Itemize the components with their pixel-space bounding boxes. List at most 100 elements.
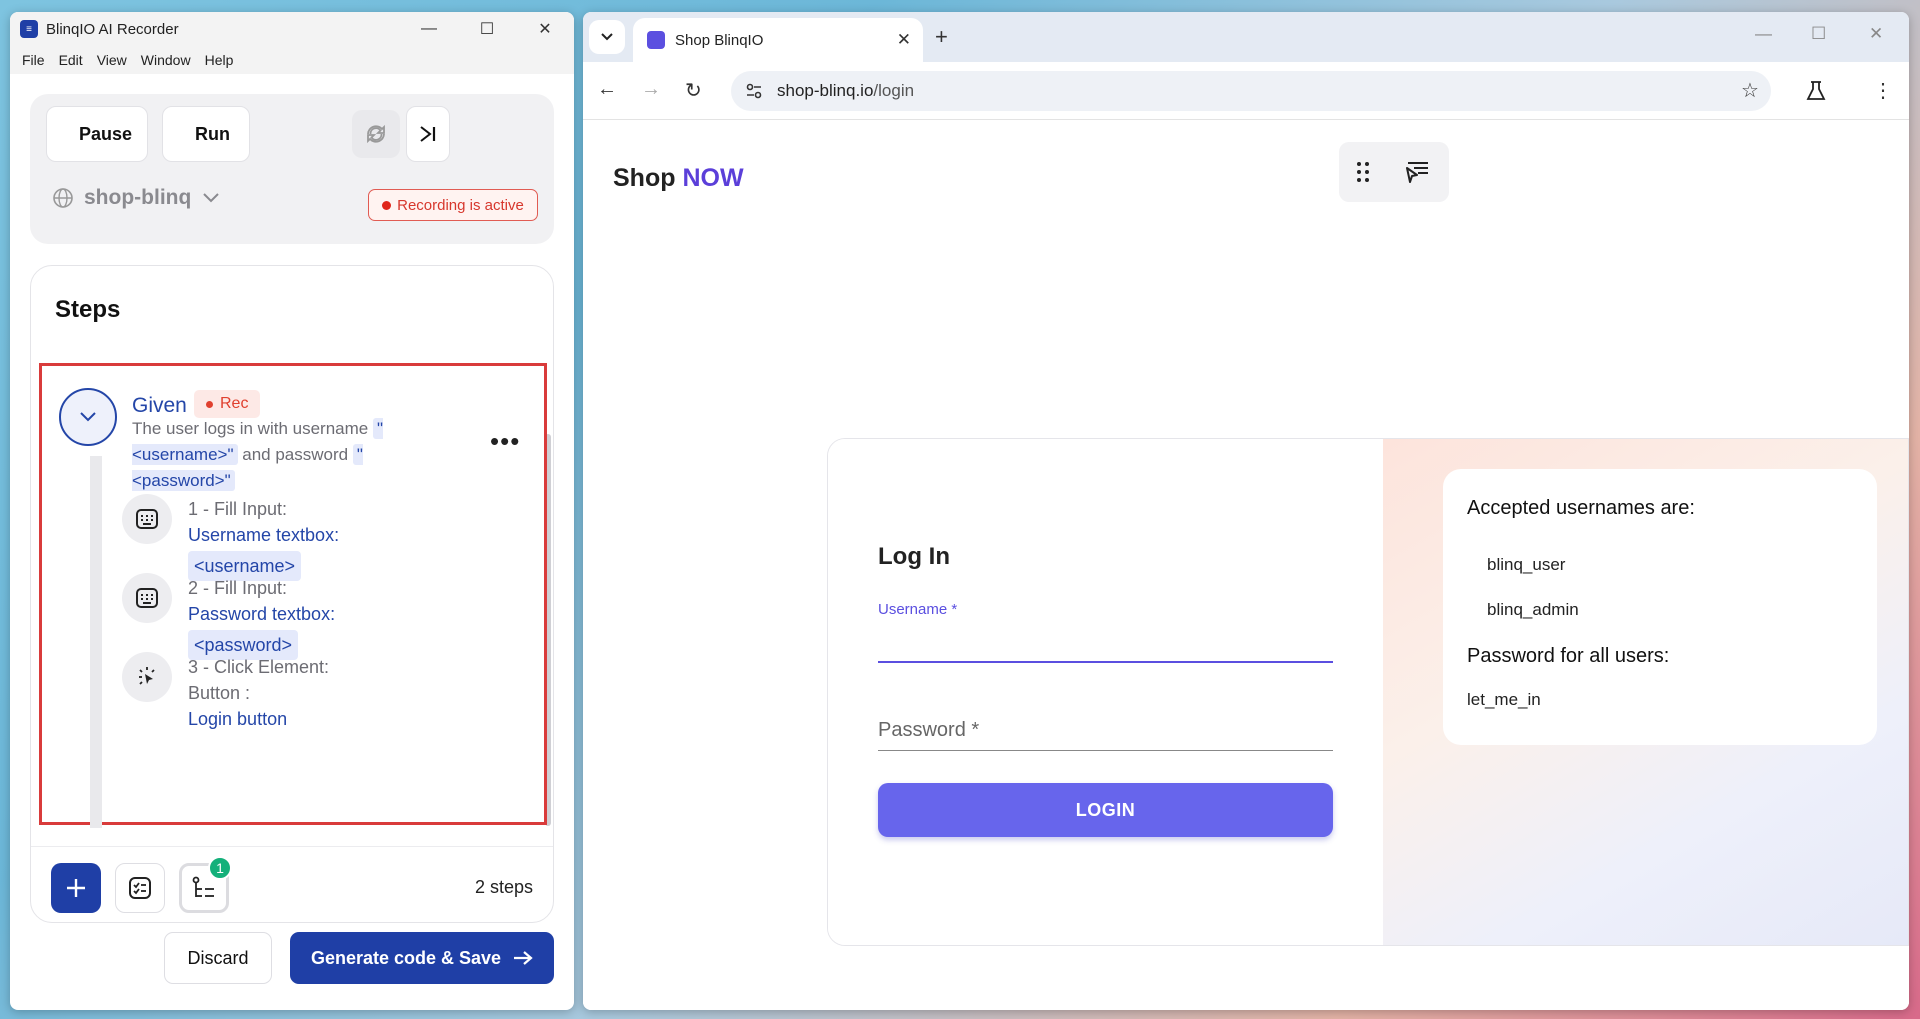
run-label: Run: [195, 123, 230, 144]
tab-search-button[interactable]: [589, 20, 625, 54]
recording-status-badge: Recording is active: [368, 189, 538, 221]
chevron-down-icon: [80, 412, 96, 422]
rec-dot-icon: [206, 400, 213, 408]
rec-badge: Rec: [194, 390, 261, 418]
login-button[interactable]: LOGIN: [878, 783, 1333, 837]
refresh-icon: [367, 124, 385, 144]
browser-toolbar: ← → ↻ shop-blinq.io/login ☆ ⋮: [583, 62, 1909, 120]
credentials-card: Accepted usernames are: blinq_user blinq…: [1443, 469, 1877, 745]
more-options-icon[interactable]: •••: [490, 426, 520, 457]
given-step-text[interactable]: The user logs in with username "<usernam…: [132, 416, 414, 494]
step-title: 3 - Click Element:: [188, 657, 330, 677]
blinqio-logo-icon: ≡: [20, 20, 38, 38]
refresh-button[interactable]: [352, 110, 400, 158]
back-icon[interactable]: ←: [597, 78, 617, 101]
site-favicon-icon: [647, 31, 665, 49]
menu-window[interactable]: Window: [135, 50, 197, 70]
add-step-button[interactable]: [51, 863, 101, 913]
browser-menu-icon[interactable]: ⋮: [1873, 78, 1893, 103]
keyboard-icon: [122, 573, 172, 623]
skip-end-icon: [420, 126, 436, 142]
address-bar[interactable]: shop-blinq.io/login: [731, 71, 1771, 111]
reload-icon[interactable]: ↻: [685, 78, 702, 103]
window-title: BlinqIO AI Recorder: [46, 20, 179, 38]
maximize-button[interactable]: ☐: [458, 12, 516, 46]
menu-file[interactable]: File: [16, 50, 51, 70]
step-target: Login button: [188, 709, 288, 729]
chevron-down-icon: [203, 193, 220, 203]
menu-help[interactable]: Help: [199, 50, 240, 70]
checklist-icon: [129, 877, 151, 899]
steps-panel: Steps Given Rec The user logs in with us…: [30, 265, 554, 923]
skip-to-end-button[interactable]: [406, 106, 450, 162]
control-panel: Pause Run shop-blinq Recording is active: [30, 94, 554, 244]
step-title: 1 - Fill Input:: [188, 499, 288, 519]
new-tab-button[interactable]: +: [935, 24, 948, 50]
password-heading: Password for all users:: [1467, 645, 1670, 667]
credentials-panel: Accepted usernames are: blinq_user blinq…: [1383, 439, 1908, 945]
step-target: Username textbox:: [188, 525, 340, 545]
recorder-floating-toolbar: [1339, 142, 1449, 202]
plus-icon: [67, 879, 85, 897]
tab-close-icon[interactable]: ✕: [897, 30, 911, 50]
list-tree-icon: [192, 876, 214, 897]
recording-status-text: Recording is active: [397, 196, 524, 214]
generate-label: Generate code & Save: [310, 947, 502, 968]
collapse-toggle[interactable]: [59, 388, 117, 446]
username-underline: [878, 661, 1333, 663]
menu-view[interactable]: View: [91, 50, 133, 70]
url-text: shop-blinq.io/login: [777, 81, 914, 101]
steps-toolbar: 1 2 steps: [31, 846, 553, 922]
project-name: shop-blinq: [84, 186, 192, 209]
forward-icon[interactable]: →: [641, 78, 661, 101]
given-text-before: The user logs in with username: [132, 419, 369, 438]
site-brand[interactable]: Shop NOW: [613, 164, 744, 193]
arrow-right-icon: [514, 951, 533, 965]
minimize-button[interactable]: —: [400, 12, 458, 46]
recording-dot-icon: [382, 200, 392, 210]
login-form: Log In Username * Password * LOGIN: [828, 439, 1383, 945]
pause-label: Pause: [79, 123, 133, 144]
tab-title: Shop BlinqIO: [675, 31, 764, 49]
brand-accent: NOW: [682, 164, 744, 192]
generate-save-button[interactable]: Generate code & Save: [290, 932, 554, 984]
step-title: 2 - Fill Input:: [188, 578, 288, 598]
run-button[interactable]: Run: [162, 106, 250, 162]
project-selector[interactable]: shop-blinq: [52, 186, 221, 210]
browser-maximize-button[interactable]: ☐: [1811, 24, 1826, 44]
username-input[interactable]: [878, 625, 1333, 661]
login-card: Log In Username * Password * LOGIN Accep…: [827, 438, 1909, 946]
keyboard-icon: [122, 494, 172, 544]
drag-handle-icon[interactable]: [1356, 161, 1370, 183]
browser-window: Shop BlinqIO ✕ + — ☐ ✕ ← → ↻ shop-blinq.…: [583, 12, 1909, 1010]
browser-tab[interactable]: Shop BlinqIO ✕: [633, 18, 923, 62]
rec-badge-label: Rec: [220, 395, 249, 412]
menubar: File Edit View Window Help: [10, 46, 574, 74]
steps-title: Steps: [55, 296, 121, 323]
site-info-icon: [746, 83, 762, 99]
menu-edit[interactable]: Edit: [53, 50, 89, 70]
brand-prefix: Shop: [613, 164, 676, 192]
notification-badge: 1: [208, 856, 232, 880]
login-heading: Log In: [878, 543, 950, 570]
step-list-button[interactable]: 1: [179, 856, 232, 913]
given-step-group: Given Rec The user logs in with username…: [39, 363, 547, 828]
pause-button[interactable]: Pause: [46, 106, 148, 162]
tab-strip: Shop BlinqIO ✕ + — ☐ ✕: [583, 12, 1909, 62]
bookmark-star-icon[interactable]: ☆: [1741, 78, 1759, 103]
given-text-mid: and password: [242, 445, 349, 464]
recorder-window: ≡ BlinqIO AI Recorder — ☐ ✕ File Edit Vi…: [10, 12, 574, 1010]
step-target: Password textbox:: [188, 604, 336, 624]
username-item: blinq_admin: [1487, 600, 1579, 619]
labs-flask-icon[interactable]: [1805, 80, 1827, 102]
url-path: /login: [873, 81, 915, 100]
browser-minimize-button[interactable]: —: [1755, 24, 1772, 44]
close-button[interactable]: ✕: [516, 12, 574, 46]
usernames-heading: Accepted usernames are:: [1467, 497, 1695, 519]
pick-element-icon[interactable]: [1404, 159, 1432, 185]
discard-button[interactable]: Discard: [164, 932, 272, 984]
browser-close-button[interactable]: ✕: [1869, 24, 1883, 44]
password-input[interactable]: Password *: [878, 719, 979, 742]
chevron-down-icon: [601, 33, 613, 41]
checklist-button[interactable]: [115, 863, 165, 913]
